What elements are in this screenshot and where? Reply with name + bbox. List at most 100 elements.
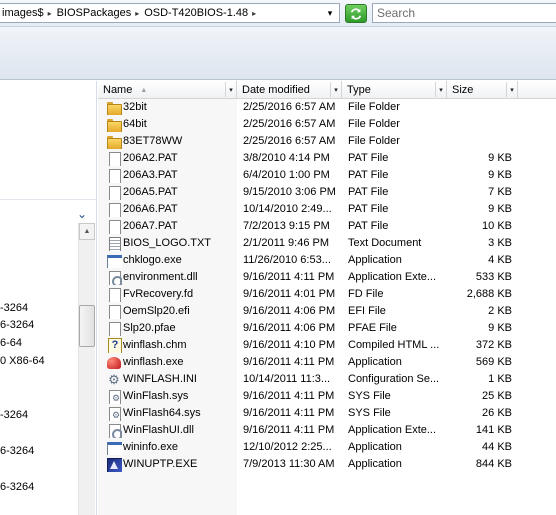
scroll-up-icon[interactable]: ▲ (79, 223, 95, 240)
file-icon (106, 202, 122, 217)
table-row[interactable]: 206A7.PAT 7/2/2013 9:15 PM PAT File 10 KB (98, 218, 556, 235)
address-history-dropdown-icon[interactable]: ▾ (323, 6, 337, 20)
file-date-modified: 9/16/2011 4:11 PM (243, 407, 335, 419)
column-header-bar: Name ▲ ▾ Date modified ▾ Type ▾ Size ▾ (98, 81, 556, 99)
nav-scrollbar[interactable]: ▲ (78, 223, 95, 515)
table-row[interactable]: 83ET78WW 2/25/2016 6:57 AM File Folder (98, 133, 556, 150)
column-filter-dropdown-icon[interactable]: ▾ (225, 82, 236, 97)
file-type: File Folder (348, 101, 400, 113)
nav-tree-item[interactable]: 6-3264 (0, 481, 34, 493)
table-row[interactable]: 32bit 2/25/2016 6:57 AM File Folder (98, 99, 556, 116)
table-row[interactable]: WinFlashUI.dll 9/16/2011 4:11 PM Applicati… (98, 422, 556, 439)
scrollbar-thumb[interactable] (79, 305, 95, 347)
refresh-button[interactable] (345, 4, 367, 23)
table-row[interactable]: BIOS_LOGO.TXT 2/1/2011 9:46 PM Text Docume… (98, 235, 556, 252)
file-icon (106, 219, 122, 234)
dll-icon (106, 270, 122, 285)
file-date-modified: 2/25/2016 6:57 AM (243, 101, 336, 113)
table-row[interactable]: FvRecovery.fd 9/16/2011 4:01 PM FD File 2,6… (98, 286, 556, 303)
table-row[interactable]: wininfo.exe 12/10/2012 2:25... Application… (98, 439, 556, 456)
table-row[interactable]: 206A2.PAT 3/8/2010 4:14 PM PAT File 9 KB (98, 150, 556, 167)
file-type: Application (348, 254, 402, 266)
file-icon (106, 287, 122, 302)
breadcrumb-chevron-icon[interactable]: ▸ (48, 9, 52, 18)
file-date-modified: 9/16/2011 4:01 PM (243, 288, 336, 300)
file-name: WINFLASH.INI (123, 373, 197, 385)
column-header-size[interactable]: Size ▾ (447, 81, 518, 99)
table-row[interactable]: environment.dll 9/16/2011 4:11 PM Applicat… (98, 269, 556, 286)
table-row[interactable]: winflash.chm 9/16/2011 4:10 PM Compiled HT… (98, 337, 556, 354)
table-row[interactable]: WINUPTP.EXE 7/9/2013 11:30 AM Application 8… (98, 456, 556, 473)
file-type: FD File (348, 288, 384, 300)
file-icon-cell (106, 99, 122, 115)
breadcrumb-images[interactable]: images$ (2, 7, 44, 19)
file-icon-cell (106, 303, 122, 319)
winuptp-app-icon (106, 457, 122, 472)
file-icon-cell (106, 133, 122, 149)
column-header-type[interactable]: Type ▾ (342, 81, 447, 99)
system-file-icon (106, 406, 122, 421)
breadcrumb-biospackages[interactable]: BIOSPackages (57, 7, 132, 19)
file-icon-cell (106, 184, 122, 200)
column-filter-dropdown-icon[interactable]: ▾ (435, 82, 446, 97)
breadcrumb[interactable]: images$ ▸ BIOSPackages ▸ OSD-T420BIOS-1.… (0, 3, 340, 23)
nav-tree-item[interactable]: 6-3264 (0, 319, 34, 331)
file-name: winflash.chm (123, 339, 187, 351)
table-row[interactable]: 64bit 2/25/2016 6:57 AM File Folder (98, 116, 556, 133)
table-row[interactable]: chklogo.exe 11/26/2010 6:53... Application… (98, 252, 556, 269)
folder-icon (106, 117, 122, 132)
nav-tree-item[interactable]: -3264 (0, 302, 28, 314)
table-row[interactable]: winflash.exe 9/16/2011 4:11 PM Application… (98, 354, 556, 371)
breadcrumb-chevron-icon[interactable]: ▸ (135, 9, 139, 18)
file-name: Slp20.pfae (123, 322, 176, 334)
table-row[interactable]: 206A5.PAT 9/15/2010 3:06 PM PAT File 7 KB (98, 184, 556, 201)
file-date-modified: 7/9/2013 11:30 AM (243, 458, 335, 470)
column-header-name[interactable]: Name ▲ ▾ (98, 81, 237, 99)
collapse-chevron-icon[interactable]: ⌄ (77, 207, 87, 221)
settings-file-icon (106, 372, 122, 387)
file-icon (106, 168, 122, 183)
file-type: SYS File (348, 407, 391, 419)
file-size: 1 KB (488, 373, 512, 385)
file-icon-cell (106, 116, 122, 132)
nav-tree-item[interactable]: 6-64 (0, 337, 22, 349)
file-name: WinFlash64.sys (123, 407, 201, 419)
file-date-modified: 9/16/2011 4:11 PM (243, 424, 335, 436)
file-size: 372 KB (475, 339, 512, 351)
file-date-modified: 9/16/2011 4:11 PM (243, 356, 335, 368)
table-row[interactable]: OemSlp20.efi 9/16/2011 4:06 PM EFI File 2 K… (98, 303, 556, 320)
table-row[interactable]: Slp20.pfae 9/16/2011 4:06 PM PFAE File 9 KB (98, 320, 556, 337)
file-type: PAT File (348, 220, 389, 232)
file-size (446, 99, 512, 116)
file-date-modified: 10/14/2011 11:3... (243, 373, 331, 385)
file-size: 9 KB (488, 322, 512, 334)
breadcrumb-osd-t420bios[interactable]: OSD-T420BIOS-1.48 (144, 7, 248, 19)
column-header-date[interactable]: Date modified ▾ (237, 81, 342, 99)
column-header-date-label: Date modified (242, 84, 310, 96)
file-type: File Folder (348, 135, 400, 147)
table-row[interactable]: 206A3.PAT 6/4/2010 1:00 PM PAT File 9 KB (98, 167, 556, 184)
file-date-modified: 2/25/2016 6:57 AM (243, 118, 336, 130)
nav-divider (0, 199, 96, 200)
nav-tree-item[interactable]: 6-3264 (0, 445, 34, 457)
file-name: 32bit (123, 101, 147, 113)
search-input[interactable] (372, 3, 556, 23)
folder-icon (106, 134, 122, 149)
file-date-modified: 7/2/2013 9:15 PM (243, 220, 330, 232)
table-row[interactable]: WINFLASH.INI 10/14/2011 11:3... Configurat… (98, 371, 556, 388)
file-type: Application (348, 441, 402, 453)
column-filter-dropdown-icon[interactable]: ▾ (330, 82, 341, 97)
table-row[interactable]: WinFlash64.sys 9/16/2011 4:11 PM SYS File 2… (98, 405, 556, 422)
file-size: 569 KB (475, 356, 512, 368)
table-row[interactable]: WinFlash.sys 9/16/2011 4:11 PM SYS File 25 … (98, 388, 556, 405)
nav-tree-item[interactable]: 0 X86-64 (0, 355, 45, 367)
file-name: BIOS_LOGO.TXT (123, 237, 212, 249)
file-type: EFI File (348, 305, 386, 317)
breadcrumb-chevron-icon[interactable]: ▸ (252, 9, 256, 18)
file-name: WinFlash.sys (123, 390, 189, 402)
file-type: Application (348, 356, 402, 368)
column-header-size-label: Size (452, 84, 474, 96)
table-row[interactable]: 206A6.PAT 10/14/2010 2:49... PAT File 9 KB (98, 201, 556, 218)
nav-tree-item[interactable]: -3264 (0, 409, 28, 421)
column-filter-dropdown-icon[interactable]: ▾ (506, 82, 517, 97)
